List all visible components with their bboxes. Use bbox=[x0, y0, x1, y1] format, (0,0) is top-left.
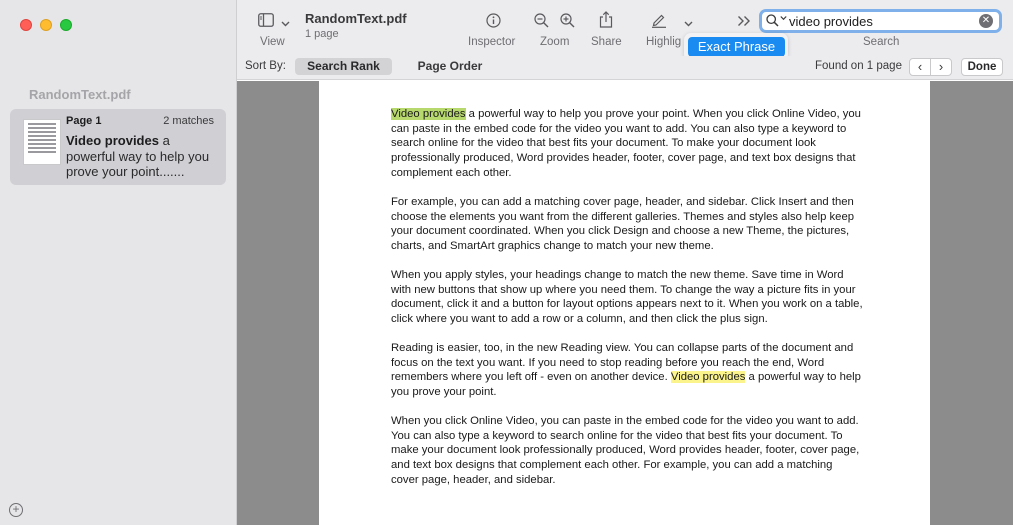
next-result-button[interactable]: › bbox=[930, 58, 952, 76]
window-controls bbox=[20, 19, 72, 31]
sort-page-order-tab[interactable]: Page Order bbox=[409, 58, 491, 75]
result-page-label: Page 1 bbox=[66, 115, 102, 127]
current-match-highlight[interactable]: Video provides bbox=[391, 108, 466, 120]
view-label: View bbox=[260, 36, 285, 48]
exact-phrase-button[interactable]: Exact Phrase bbox=[688, 37, 785, 57]
add-icon[interactable]: + bbox=[9, 503, 23, 517]
zoom-in-icon[interactable] bbox=[560, 13, 575, 33]
chevron-down-icon[interactable] bbox=[684, 15, 693, 33]
result-snippet-match: Video provides bbox=[66, 133, 159, 148]
paragraph-4: Reading is easier, too, in the new Readi… bbox=[391, 342, 861, 399]
result-snippet: Video provides a powerful way to help yo… bbox=[66, 133, 216, 180]
sidebar-document-title: RandomText.pdf bbox=[29, 87, 131, 102]
share-icon[interactable] bbox=[599, 11, 613, 33]
paragraph-1: Video provides a powerful way to help yo… bbox=[391, 108, 861, 179]
sidebar: RandomText.pdf Page 1 2 matches Video pr… bbox=[0, 0, 237, 525]
highlight-pen-icon[interactable] bbox=[651, 12, 667, 33]
search-field[interactable]: ✕ bbox=[759, 9, 1002, 33]
search-options-chevron-icon[interactable] bbox=[780, 13, 787, 23]
paragraph-2: For example, you can add a matching cove… bbox=[391, 196, 855, 253]
search-results-bar: Sort By: Search Rank Page Order Found on… bbox=[237, 56, 1013, 80]
info-icon[interactable] bbox=[486, 13, 501, 33]
zoom-window-button[interactable] bbox=[60, 19, 72, 31]
result-match-count: 2 matches bbox=[163, 115, 214, 127]
found-status: Found on 1 page bbox=[815, 60, 902, 72]
sort-by-label: Sort By: bbox=[245, 60, 286, 72]
share-label: Share bbox=[591, 36, 622, 48]
sort-search-rank-tab[interactable]: Search Rank bbox=[295, 58, 392, 75]
paragraph-5: When you click Online Video, you can pas… bbox=[391, 415, 860, 486]
match-highlight[interactable]: Video provides bbox=[670, 371, 746, 384]
document-page-count: 1 page bbox=[305, 28, 339, 40]
more-tools-icon[interactable] bbox=[737, 14, 751, 32]
search-result-item[interactable]: Page 1 2 matches Video provides a powerf… bbox=[10, 109, 226, 185]
sidebar-view-icon[interactable] bbox=[258, 13, 274, 32]
document-viewer[interactable]: Video provides a powerful way to help yo… bbox=[237, 81, 1013, 525]
document-title: RandomText.pdf bbox=[305, 11, 407, 26]
done-button[interactable]: Done bbox=[961, 58, 1003, 76]
close-window-button[interactable] bbox=[20, 19, 32, 31]
pdf-page: Video provides a powerful way to help yo… bbox=[319, 81, 930, 525]
search-icon[interactable] bbox=[766, 14, 779, 32]
chevron-down-icon[interactable] bbox=[281, 15, 290, 33]
minimize-window-button[interactable] bbox=[40, 19, 52, 31]
search-label: Search bbox=[863, 36, 900, 48]
inspector-label: Inspector bbox=[468, 36, 516, 48]
highlight-label: Highlig bbox=[646, 36, 682, 48]
previous-result-button[interactable]: ‹ bbox=[909, 58, 931, 76]
zoom-out-icon[interactable] bbox=[534, 13, 549, 33]
search-input[interactable] bbox=[789, 12, 969, 30]
page-thumbnail bbox=[23, 119, 61, 165]
paragraph-3: When you apply styles, your headings cha… bbox=[391, 269, 863, 326]
clear-icon[interactable]: ✕ bbox=[979, 14, 993, 28]
zoom-label: Zoom bbox=[540, 36, 570, 48]
